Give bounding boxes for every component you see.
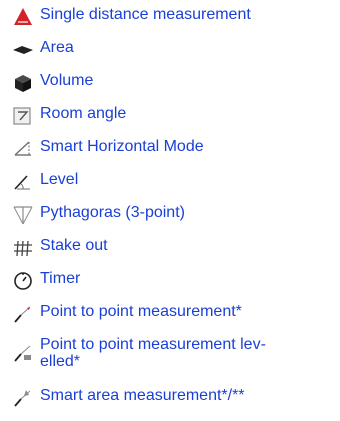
point-to-point-levelled-icon (14, 345, 31, 362)
list-item-label[interactable]: Room angle (40, 105, 126, 123)
list-item-label[interactable]: Volume (40, 72, 93, 90)
label-line-1: Point to point measurement lev- (40, 336, 266, 353)
list-item-volume[interactable]: Volume (0, 72, 340, 96)
list-item-single-distance[interactable]: Single distance measurement (0, 6, 340, 30)
list-item-area[interactable]: Area (0, 39, 340, 63)
list-item-label[interactable]: Level (40, 171, 78, 189)
list-item-stake-out[interactable]: Stake out (0, 237, 340, 261)
area-icon (13, 46, 33, 54)
smart-horizontal-icon (14, 141, 31, 156)
pythagoras-icon (13, 206, 33, 225)
list-item-room-angle[interactable]: Room angle (0, 105, 340, 129)
list-item-label[interactable]: Smart area measurement*/** (40, 387, 245, 405)
point-to-point-icon (14, 306, 31, 323)
list-item-label[interactable]: Point to point measurement lev- elled* (40, 336, 266, 370)
room-angle-icon (13, 107, 31, 125)
list-item-label[interactable]: Single distance measurement (40, 6, 251, 24)
label-line-2: elled* (40, 353, 81, 370)
volume-icon (15, 75, 31, 92)
list-item-point-to-point[interactable]: Point to point measurement* (0, 303, 340, 327)
list-item-label[interactable]: Timer (40, 270, 80, 288)
list-item-label[interactable]: Area (40, 39, 74, 57)
list-item-level[interactable]: Level (0, 171, 340, 195)
list-item-label[interactable]: Smart Horizontal Mode (40, 138, 204, 156)
level-icon (14, 175, 30, 190)
timer-icon (14, 272, 32, 290)
list-item-smart-horizontal[interactable]: Smart Horizontal Mode (0, 138, 340, 162)
list-item-point-to-point-levelled[interactable]: Point to point measurement lev- elled* (0, 336, 340, 372)
list-item-label[interactable]: Stake out (40, 237, 108, 255)
measurement-function-list: Single distance measurement Area Volume … (0, 0, 340, 421)
list-item-timer[interactable]: Timer (0, 270, 340, 294)
list-item-smart-area[interactable]: Smart area measurement*/** (0, 387, 340, 411)
list-item-label[interactable]: Pythagoras (3-point) (40, 204, 185, 222)
single-distance-icon (14, 8, 32, 25)
stake-out-icon (14, 240, 32, 257)
smart-area-icon (14, 390, 31, 407)
list-item-pythagoras[interactable]: Pythagoras (3-point) (0, 204, 340, 228)
list-item-label[interactable]: Point to point measurement* (40, 303, 242, 321)
